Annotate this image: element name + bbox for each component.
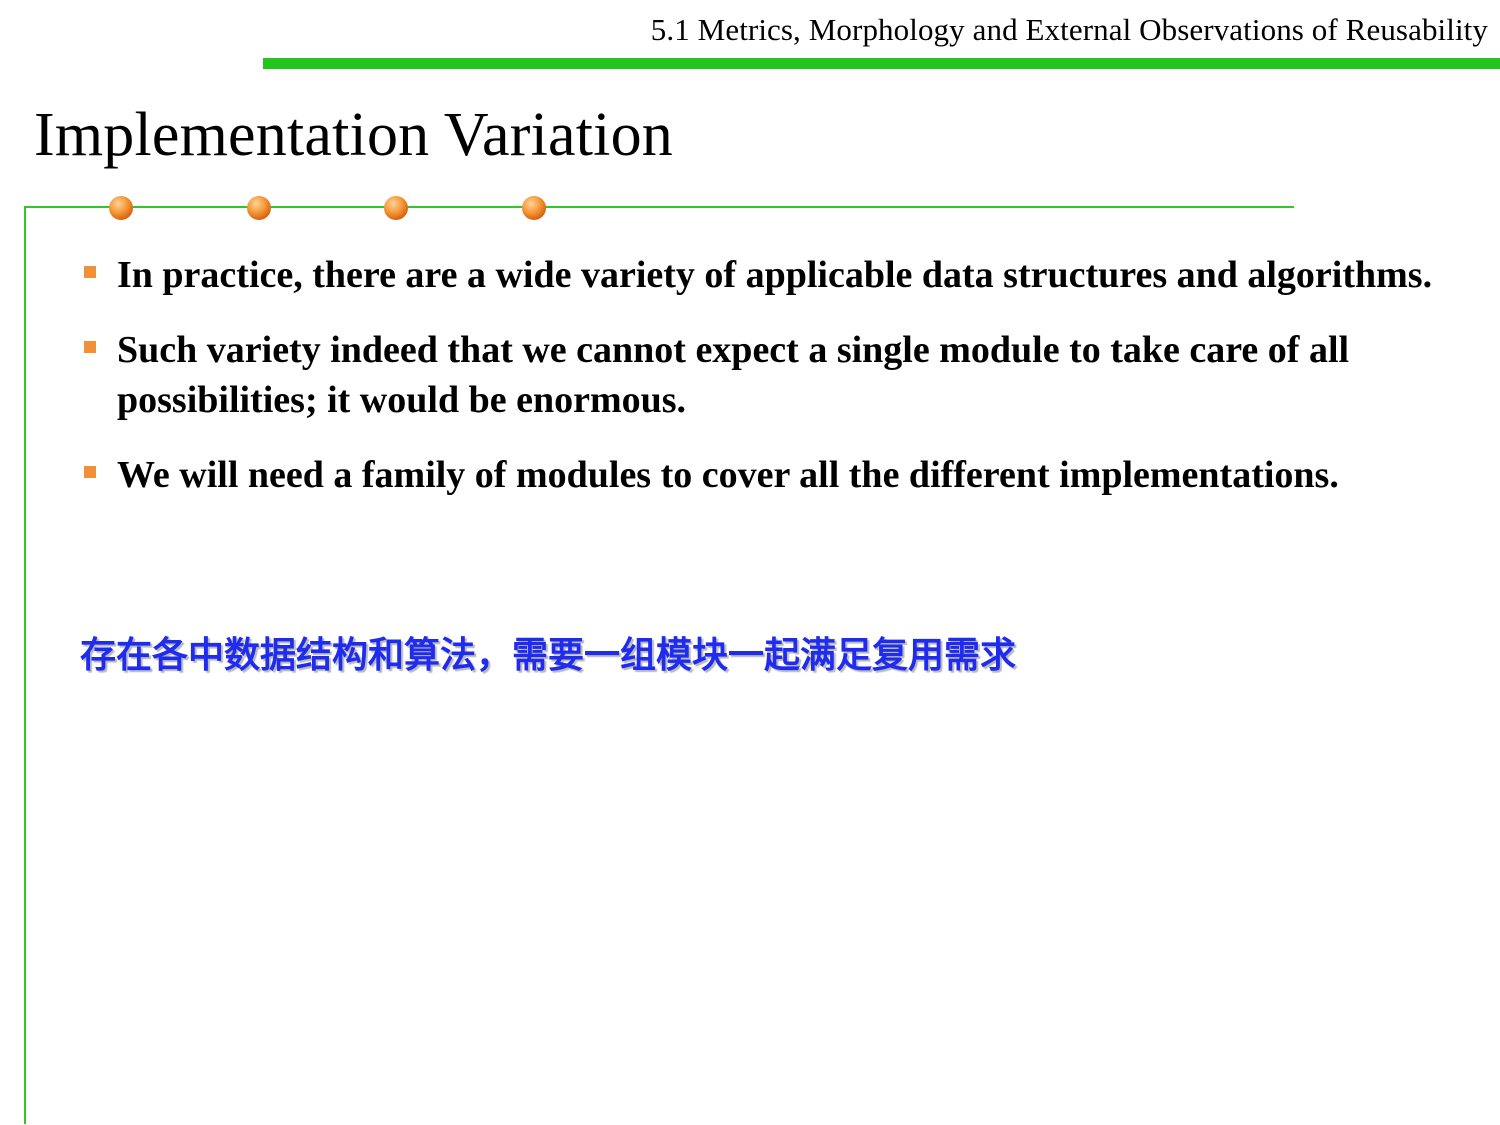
slide-title: Implementation Variation [34,101,673,169]
bullet-item: In practice, there are a wide variety of… [82,250,1452,300]
bullet-item: Such variety indeed that we cannot expec… [82,325,1452,425]
frame-left-line [24,206,26,1124]
header-accent-bar [263,58,1500,69]
section-title: 5.1 Metrics, Morphology and External Obs… [650,12,1488,47]
bullet-text: We will need a family of modules to cove… [117,454,1339,496]
bullet-text: Such variety indeed that we cannot expec… [117,329,1350,421]
bullet-item: We will need a family of modules to cove… [82,450,1452,500]
bullet-text: In practice, there are a wide variety of… [117,254,1433,296]
orange-square-bullet-icon [84,266,96,278]
frame-top-line [24,206,1294,208]
orange-circle-icon [247,196,271,220]
orange-circle-icon [522,196,546,220]
chinese-summary-note: 存在各中数据结构和算法，需要一组模块一起满足复用需求 [80,635,1017,676]
orange-square-bullet-icon [84,466,96,478]
bullet-list: In practice, there are a wide variety of… [82,250,1452,525]
orange-square-bullet-icon [84,341,96,353]
orange-circle-icon [384,196,408,220]
orange-circle-icon [109,196,133,220]
